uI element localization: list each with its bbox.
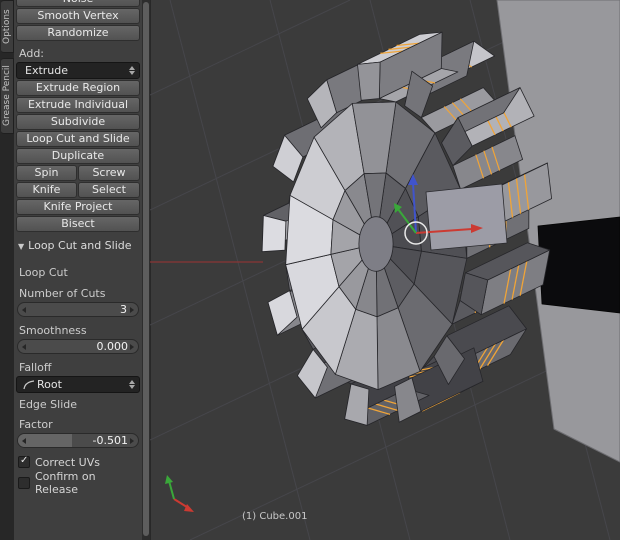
number-of-cuts-slider[interactable]: 3 <box>17 302 139 317</box>
arrow-up-icon <box>129 380 135 384</box>
confirm-on-release-checkbox[interactable]: Confirm on Release <box>18 470 142 496</box>
3d-viewport[interactable]: (1) Cube.001 <box>150 0 620 540</box>
factor-value: -0.501 <box>92 434 128 447</box>
loop-cut-and-slide-button[interactable]: Loop Cut and Slide <box>16 131 140 147</box>
smoothness-value: 0.000 <box>96 340 129 353</box>
number-of-cuts-value: 3 <box>120 303 127 316</box>
correct-uvs-checkbox[interactable]: ✓ Correct UVs <box>18 455 100 469</box>
knife-button[interactable]: Knife <box>16 182 77 198</box>
object-info-text: (1) Cube.001 <box>242 511 308 522</box>
falloff-dropdown[interactable]: Root <box>16 376 140 393</box>
duplicate-button[interactable]: Duplicate <box>16 148 140 164</box>
edge-slide-section-label: Edge Slide <box>19 398 78 411</box>
spin-button[interactable]: Spin <box>16 165 77 181</box>
collapse-arrow-icon[interactable]: ▼ <box>18 242 24 251</box>
randomize-button[interactable]: Randomize <box>16 25 140 41</box>
noise-button[interactable]: Noise <box>16 0 140 7</box>
smoothness-label: Smoothness <box>19 324 87 337</box>
decrement-arrow-icon[interactable] <box>22 307 26 313</box>
blender-window: Options Grease Pencil Noise Smooth Verte… <box>0 0 620 540</box>
smoothness-slider[interactable]: 0.000 <box>17 339 139 354</box>
extrude-menu-label: Extrude <box>25 64 69 77</box>
extrude-region-button[interactable]: Extrude Region <box>16 80 140 96</box>
tool-shelf-tab-strip: Options Grease Pencil <box>0 0 14 540</box>
tab-grease-pencil[interactable]: Grease Pencil <box>1 58 14 134</box>
falloff-value: Root <box>37 378 62 391</box>
select-button[interactable]: Select <box>78 182 140 198</box>
menu-stepper-icon[interactable] <box>129 66 135 75</box>
tool-shelf-scrollbar[interactable] <box>142 0 150 540</box>
menu-stepper-icon[interactable] <box>129 380 135 389</box>
add-section-label: Add: <box>19 47 45 60</box>
subdivide-button[interactable]: Subdivide <box>16 114 140 130</box>
scrollbar-thumb[interactable] <box>143 2 149 536</box>
mini-axis-gizmo <box>165 475 194 512</box>
arrow-down-icon <box>129 385 135 389</box>
checkbox-box[interactable]: ✓ <box>18 455 30 468</box>
falloff-root-curve-icon <box>23 380 35 390</box>
arrow-down-icon <box>129 71 135 75</box>
falloff-label: Falloff <box>19 361 52 374</box>
increment-arrow-icon[interactable] <box>130 307 134 313</box>
bisect-button[interactable]: Bisect <box>16 216 140 232</box>
tab-options[interactable]: Options <box>1 0 14 53</box>
loop-cut-section-label: Loop Cut <box>19 266 68 279</box>
knife-project-button[interactable]: Knife Project <box>16 199 140 215</box>
checkbox-box[interactable] <box>18 477 30 489</box>
increment-arrow-icon[interactable] <box>130 344 134 350</box>
arrow-up-icon <box>129 66 135 70</box>
extrude-individual-button[interactable]: Extrude Individual <box>16 97 140 113</box>
increment-arrow-icon[interactable] <box>130 438 134 444</box>
loop-cut-panel-header[interactable]: ▼ Loop Cut and Slide <box>18 239 132 252</box>
check-icon: ✓ <box>20 455 29 466</box>
factor-label: Factor <box>19 418 53 431</box>
extrude-menu[interactable]: Extrude <box>16 62 140 79</box>
decrement-arrow-icon[interactable] <box>22 344 26 350</box>
panel-title: Loop Cut and Slide <box>28 239 132 252</box>
number-of-cuts-label: Number of Cuts <box>19 287 106 300</box>
slider-fill <box>18 434 72 447</box>
viewport-canvas[interactable] <box>150 0 620 540</box>
smooth-vertex-button[interactable]: Smooth Vertex <box>16 8 140 24</box>
axle-object[interactable] <box>537 216 620 314</box>
screw-button[interactable]: Screw <box>78 165 140 181</box>
factor-slider[interactable]: -0.501 <box>17 433 139 448</box>
confirm-on-release-label: Confirm on Release <box>35 470 96 496</box>
gear-mesh[interactable] <box>261 31 553 426</box>
decrement-arrow-icon[interactable] <box>22 438 26 444</box>
tool-shelf: Noise Smooth Vertex Randomize Add: Extru… <box>14 0 142 540</box>
correct-uvs-label: Correct UVs <box>35 455 100 469</box>
